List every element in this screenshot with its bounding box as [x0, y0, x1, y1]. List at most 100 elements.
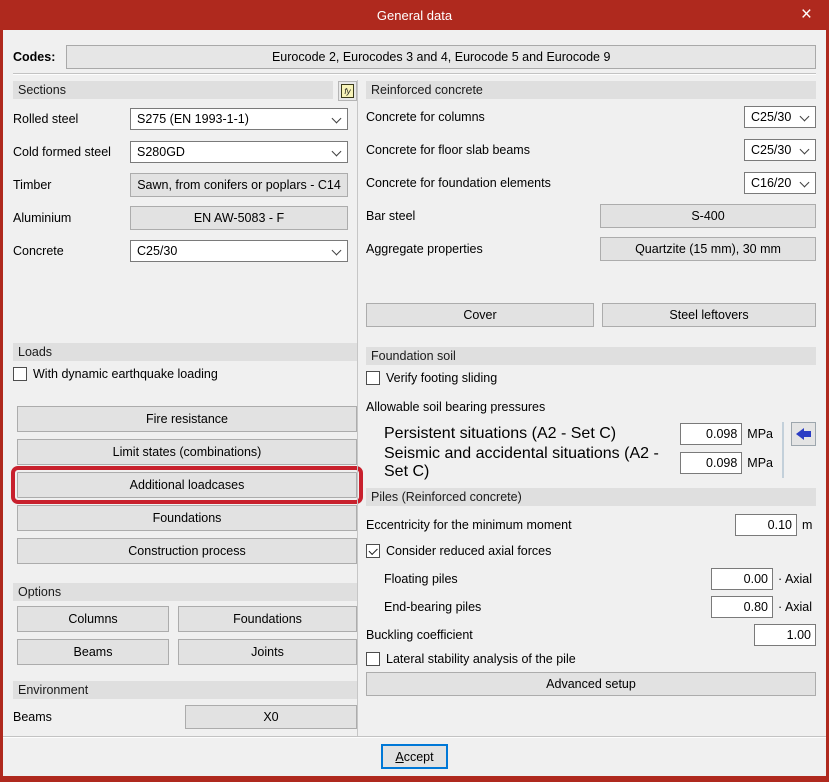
options-header: Options — [13, 583, 357, 601]
consider-reduced-checkbox[interactable] — [366, 544, 380, 558]
buckling-input[interactable] — [754, 624, 816, 646]
concrete-floor-slab-label: Concrete for floor slab beams — [366, 143, 530, 157]
lateral-stability-label: Lateral stability analysis of the pile — [386, 652, 576, 666]
lateral-stability-row: Lateral stability analysis of the pile — [366, 651, 816, 667]
verify-footing-label: Verify footing sliding — [386, 371, 498, 385]
codes-label: Codes: — [13, 50, 56, 64]
bar-steel-row: Bar steel S-400 — [366, 204, 816, 228]
accept-button[interactable]: Accept — [381, 744, 448, 769]
environment-beams-button[interactable]: X0 — [185, 705, 357, 729]
aggregate-button[interactable]: Quartzite (15 mm), 30 mm — [600, 237, 816, 261]
fy-icon: fy — [341, 84, 354, 98]
left-arrow-icon — [796, 428, 811, 440]
eccentricity-row: Eccentricity for the minimum moment m — [366, 513, 816, 537]
aggregate-label: Aggregate properties — [366, 242, 483, 256]
horizontal-separator — [13, 73, 816, 75]
cold-formed-steel-select[interactable]: S280GD — [130, 141, 348, 163]
lateral-stability-checkbox[interactable] — [366, 652, 380, 666]
eccentricity-label: Eccentricity for the minimum moment — [366, 518, 572, 532]
foundation-soil-header: Foundation soil — [366, 347, 816, 365]
options-joints-button[interactable]: Joints — [178, 639, 357, 665]
rolled-steel-select[interactable]: S275 (EN 1993-1-1) — [130, 108, 348, 130]
end-bearing-input[interactable] — [711, 596, 773, 618]
left-column: Sections fy Rolled steel S275 (EN 1993-1… — [11, 80, 363, 736]
import-pressure-arrow-button[interactable] — [791, 422, 816, 446]
cover-leftovers-row: Cover Steel leftovers — [366, 303, 816, 327]
fire-resistance-button[interactable]: Fire resistance — [17, 406, 357, 432]
end-bearing-row: End-bearing piles · Axial — [366, 596, 816, 618]
options-row-2: Beams Joints — [17, 639, 357, 665]
eccentricity-input[interactable] — [735, 514, 797, 536]
options-beams-button[interactable]: Beams — [17, 639, 169, 665]
dynamic-earthquake-row: With dynamic earthquake loading — [13, 366, 357, 382]
consider-reduced-row: Consider reduced axial forces — [366, 543, 816, 559]
buckling-label: Buckling coefficient — [366, 628, 473, 642]
cold-formed-steel-label: Cold formed steel — [13, 145, 111, 159]
persistent-input[interactable] — [680, 423, 743, 445]
advanced-setup-button[interactable]: Advanced setup — [366, 672, 816, 696]
pressures-block: Persistent situations (A2 - Set C) MPa S… — [366, 422, 816, 480]
environment-beams-row: Beams X0 — [13, 705, 357, 729]
cover-button[interactable]: Cover — [366, 303, 594, 327]
concrete-row: Concrete C25/30 — [13, 239, 348, 263]
construction-process-button[interactable]: Construction process — [17, 538, 357, 564]
close-icon[interactable]: × — [801, 0, 812, 30]
loads-header: Loads — [13, 343, 357, 361]
concrete-columns-select[interactable]: C25/30 — [744, 106, 816, 128]
floating-piles-row: Floating piles · Axial — [366, 568, 816, 590]
reinforced-concrete-header: Reinforced concrete — [366, 81, 816, 99]
verify-footing-checkbox[interactable] — [366, 371, 380, 385]
eccentricity-unit: m — [802, 518, 813, 532]
right-column: Reinforced concrete Concrete for columns… — [357, 80, 816, 736]
seismic-input[interactable] — [680, 452, 743, 474]
options-foundations-button[interactable]: Foundations — [178, 606, 357, 632]
timber-label: Timber — [13, 178, 52, 192]
concrete-foundation-label: Concrete for foundation elements — [366, 176, 551, 190]
codes-value: Eurocode 2, Eurocodes 3 and 4, Eurocode … — [66, 45, 816, 69]
concrete-floor-slab-select[interactable]: C25/30 — [744, 139, 816, 161]
persistent-row: Persistent situations (A2 - Set C) MPa — [366, 422, 773, 446]
piles-header: Piles (Reinforced concrete) — [366, 488, 816, 506]
consider-reduced-label: Consider reduced axial forces — [386, 544, 552, 558]
concrete-select[interactable]: C25/30 — [130, 240, 348, 262]
main-area: Sections fy Rolled steel S275 (EN 1993-1… — [11, 80, 816, 736]
codes-row: Codes: Eurocode 2, Eurocodes 3 and 4, Eu… — [13, 45, 816, 69]
general-data-dialog: General data × Codes: Eurocode 2, Euroco… — [0, 0, 829, 782]
environment-beams-label: Beams — [13, 710, 52, 724]
sections-header-row: Sections fy — [13, 81, 357, 101]
steel-yield-fy-button[interactable]: fy — [338, 81, 357, 101]
dynamic-earthquake-label: With dynamic earthquake loading — [33, 367, 218, 381]
bar-steel-button[interactable]: S-400 — [600, 204, 816, 228]
timber-button[interactable]: Sawn, from conifers or poplars - C14 — [130, 173, 348, 197]
concrete-label: Concrete — [13, 244, 64, 258]
chevron-down-icon — [800, 146, 809, 155]
seismic-label: Seismic and accidental situations (A2 - … — [384, 445, 659, 480]
sections-header: Sections — [13, 81, 333, 99]
concrete-foundation-row: Concrete for foundation elements C16/20 — [366, 171, 816, 195]
limit-states-button[interactable]: Limit states (combinations) — [17, 439, 357, 465]
persistent-unit: MPa — [747, 427, 773, 441]
aluminium-row: Aluminium EN AW-5083 - F — [13, 206, 348, 230]
persistent-label: Persistent situations (A2 - Set C) — [384, 425, 617, 442]
dynamic-earthquake-checkbox[interactable] — [13, 367, 27, 381]
options-columns-button[interactable]: Columns — [17, 606, 169, 632]
buckling-row: Buckling coefficient — [366, 624, 816, 646]
aluminium-button[interactable]: EN AW-5083 - F — [130, 206, 348, 230]
allowable-pressures-label: Allowable soil bearing pressures — [366, 400, 546, 414]
floating-piles-unit: · Axial — [778, 572, 813, 586]
floating-piles-input[interactable] — [711, 568, 773, 590]
foundations-button[interactable]: Foundations — [17, 505, 357, 531]
cold-formed-steel-row: Cold formed steel S280GD — [13, 140, 348, 164]
titlebar: General data × — [3, 0, 826, 30]
vertical-divider — [782, 422, 784, 478]
seismic-row: Seismic and accidental situations (A2 - … — [366, 445, 773, 480]
chevron-down-icon — [800, 113, 809, 122]
additional-loadcases-button-highlighted[interactable]: Additional loadcases — [11, 466, 363, 504]
steel-leftovers-button[interactable]: Steel leftovers — [602, 303, 816, 327]
bottom-bar: Accept — [3, 736, 826, 776]
chevron-down-icon — [332, 247, 341, 256]
pressures-side — [773, 422, 816, 480]
concrete-foundation-select[interactable]: C16/20 — [744, 172, 816, 194]
dialog-title: General data — [376, 7, 453, 23]
environment-header: Environment — [13, 681, 357, 699]
